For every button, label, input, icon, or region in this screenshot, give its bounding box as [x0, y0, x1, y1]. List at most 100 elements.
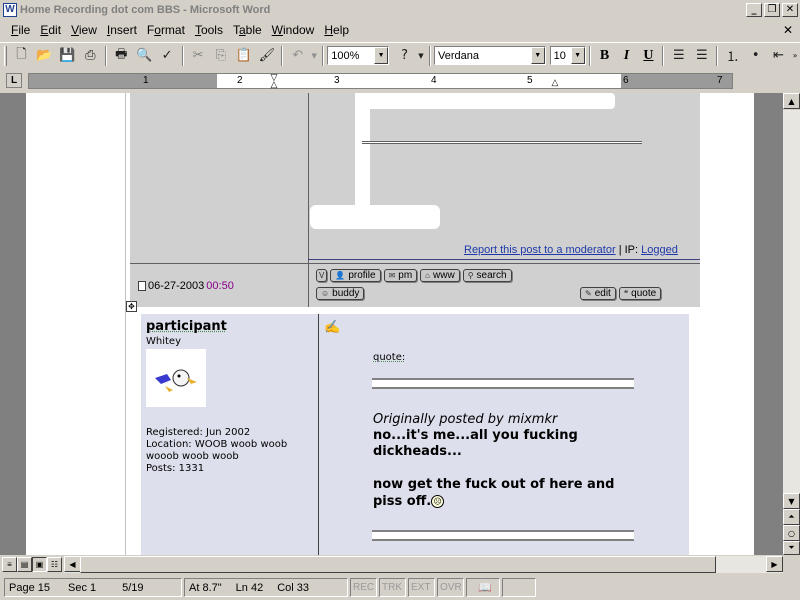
menu-edit[interactable]: Edit	[35, 23, 66, 37]
www-button[interactable]: ⌂ www	[420, 269, 460, 282]
italic-button[interactable]: I	[616, 45, 638, 67]
underline-button[interactable]: U	[637, 45, 659, 67]
outline-view-icon[interactable]: ☷	[47, 557, 62, 572]
profile-icon: 👤	[335, 271, 346, 280]
numbered-list-icon[interactable]: ⒈	[721, 45, 744, 67]
toolbar-separator	[181, 45, 184, 66]
document-close-button[interactable]: ✕	[780, 22, 796, 38]
menu-view[interactable]: View	[66, 23, 102, 37]
decrease-indent-icon[interactable]: ⇤	[767, 45, 790, 67]
zoom-combo[interactable]: 100% ▼	[327, 46, 390, 65]
font-size-combo[interactable]: 10 ▼	[549, 46, 586, 65]
status-ext[interactable]: EXT	[408, 578, 435, 597]
scroll-thumb[interactable]	[783, 109, 800, 110]
status-trk[interactable]: TRK	[379, 578, 406, 597]
buddy-button[interactable]: ☺ buddy	[316, 287, 365, 300]
previous-page-icon[interactable]: ⏶	[783, 509, 800, 525]
pm-label: pm	[398, 270, 413, 281]
align-center-icon[interactable]: ☰	[690, 45, 713, 67]
menu-table[interactable]: Table	[228, 23, 267, 37]
post-user-buttons: V 👤 profile ✉ pm ⌂ www ⚲ search	[316, 269, 512, 282]
minimize-button[interactable]: _	[746, 2, 762, 17]
document-area[interactable]: Report this post to a moderator | IP: Lo…	[0, 93, 783, 555]
avatar	[146, 349, 206, 407]
vertical-scrollbar[interactable]: ▲ ▼ ⏶ ○ ⏷	[783, 93, 800, 555]
view-scrollbar-row: ≡ ▤ ▣ ☷ ◀ ▶	[0, 556, 800, 573]
font-combo[interactable]: Verdana ▼	[433, 46, 546, 65]
pm-button[interactable]: ✉ pm	[383, 269, 418, 282]
chevron-down-icon[interactable]: ▼	[530, 47, 545, 64]
vcard-button[interactable]: V	[316, 269, 328, 282]
poster-info: Registered: Jun 2002 Location: WOOB woob…	[146, 427, 311, 475]
ruler-left-margin	[29, 74, 217, 88]
scroll-up-icon[interactable]: ▲	[783, 93, 800, 109]
print-preview-icon[interactable]: 🔍	[133, 45, 156, 67]
bold-button[interactable]: B	[594, 45, 616, 67]
quote-rule	[372, 378, 634, 389]
print-layout-icon[interactable]: ▣	[32, 557, 47, 572]
permission-icon[interactable]: ⎙	[79, 45, 102, 67]
help-dropdown-icon[interactable]: ▼	[416, 45, 426, 67]
save-icon[interactable]: 💾	[56, 45, 79, 67]
select-browse-object-icon[interactable]: ○	[783, 525, 800, 541]
menu-tools[interactable]: Tools	[190, 23, 228, 37]
menu-format[interactable]: Format	[142, 23, 190, 37]
tab-selector[interactable]: L	[6, 73, 22, 88]
search-button[interactable]: ⚲ search	[462, 269, 512, 282]
scroll-left-icon[interactable]: ◀	[64, 556, 81, 572]
ip-logged-link[interactable]: Logged	[641, 244, 678, 256]
web-layout-icon[interactable]: ▤	[17, 557, 32, 572]
undo-dropdown-icon[interactable]: ▼	[309, 45, 319, 67]
paste-icon[interactable]: 📋	[232, 45, 255, 67]
ruler-number: 2	[237, 75, 243, 86]
horizontal-scroll-thumb[interactable]	[80, 556, 716, 573]
title-bar: W Home Recording dot com BBS - Microsoft…	[0, 0, 800, 19]
toolbar-overflow-icon[interactable]: »	[790, 45, 800, 67]
status-ovr[interactable]: OVR	[437, 578, 464, 597]
column-divider	[308, 93, 309, 307]
close-button[interactable]: ✕	[782, 2, 798, 17]
right-indent-marker-icon[interactable]: △	[551, 78, 559, 93]
edit-button[interactable]: ✎ edit	[580, 287, 616, 300]
menu-window[interactable]: Window	[267, 23, 320, 37]
status-rec[interactable]: REC	[350, 578, 377, 597]
print-icon[interactable]: 🖶	[110, 45, 133, 67]
word-app-icon[interactable]: W	[3, 2, 17, 17]
spelling-status-icon[interactable]: 📖	[466, 578, 500, 597]
toolbar-grip[interactable]	[4, 45, 7, 66]
table-move-handle-icon[interactable]: ✥	[126, 301, 137, 312]
window-title: Home Recording dot com BBS - Microsoft W…	[20, 3, 271, 16]
zoom-value: 100%	[331, 49, 360, 62]
report-post-link[interactable]: Report this post to a moderator	[464, 244, 616, 256]
menu-insert[interactable]: Insert	[102, 23, 142, 37]
horizontal-ruler[interactable]: 1 2 3 4 5 6 7 ▽ △ △	[28, 73, 733, 89]
chevron-down-icon[interactable]: ▼	[570, 47, 585, 64]
menu-file[interactable]: File	[6, 23, 35, 37]
horizontal-scrollbar[interactable]: ◀ ▶	[64, 556, 783, 573]
scroll-down-icon[interactable]: ▼	[783, 493, 800, 509]
normal-view-icon[interactable]: ≡	[2, 557, 17, 572]
post-edit-quote-buttons: ✎ edit ❝ quote	[580, 287, 662, 300]
open-folder-icon[interactable]: 📂	[33, 45, 56, 67]
indent-marker-icon[interactable]: ▽ △	[270, 73, 278, 89]
help-icon[interactable]: ?	[393, 45, 416, 67]
chevron-down-icon[interactable]: ▼	[374, 47, 389, 64]
status-page-count: 5/19	[122, 581, 144, 594]
ruler-number: 4	[431, 75, 437, 86]
profile-button[interactable]: 👤 profile	[330, 269, 381, 282]
forum-post-previous: Report this post to a moderator | IP: Lo…	[130, 93, 700, 307]
spelling-icon[interactable]: ✓	[156, 45, 179, 67]
bulleted-list-icon[interactable]: •	[744, 45, 767, 67]
undo-icon[interactable]: ↶	[286, 45, 309, 67]
quote-button[interactable]: ❝ quote	[618, 287, 662, 300]
cut-icon[interactable]: ✂	[187, 45, 210, 67]
menu-help[interactable]: Help	[319, 23, 354, 37]
align-left-icon[interactable]: ☰	[667, 45, 690, 67]
format-painter-icon[interactable]: 🖌	[255, 45, 278, 67]
copy-icon[interactable]: ⎘	[210, 45, 233, 67]
new-document-icon[interactable]: 🗋	[10, 45, 33, 67]
next-page-icon[interactable]: ⏷	[783, 541, 800, 555]
ruler-number: 5	[527, 75, 533, 86]
restore-button[interactable]: ❐	[764, 2, 780, 17]
scroll-right-icon[interactable]: ▶	[766, 556, 783, 572]
